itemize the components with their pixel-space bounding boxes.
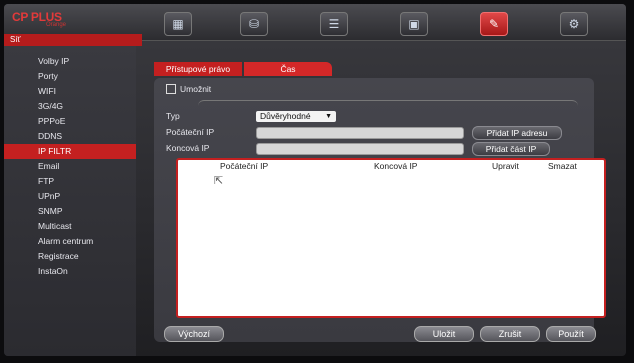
sidebar-item-porty[interactable]: Porty bbox=[4, 69, 136, 84]
apply-button[interactable]: Použít bbox=[546, 326, 596, 342]
col-start-ip: Počáteční IP bbox=[220, 161, 269, 171]
save-button[interactable]: Uložit bbox=[414, 326, 474, 342]
dvr-screen: CP PLUS Orange ▦ ⛁ ☰ ▣ ✎ ⚙ Síť Volby IP … bbox=[4, 4, 626, 356]
brand-sub: Orange bbox=[46, 22, 67, 28]
tab-access-rights[interactable]: Přístupové právo bbox=[154, 62, 242, 76]
sub-tab-strip bbox=[198, 100, 578, 107]
type-select[interactable]: Důvěryhodné ▼ bbox=[256, 111, 336, 122]
network-icon[interactable]: ⛁ bbox=[240, 12, 268, 36]
col-delete: Smazat bbox=[548, 161, 577, 171]
sidebar-item-3g4g[interactable]: 3G/4G bbox=[4, 99, 136, 114]
sidebar-item-ddns[interactable]: DDNS bbox=[4, 129, 136, 144]
sidebar-item-instaon[interactable]: InstaOn bbox=[4, 264, 136, 279]
settings-icon[interactable]: ⚙ bbox=[560, 12, 588, 36]
sidebar-title: Síť bbox=[4, 34, 142, 46]
enable-row: Umožnit bbox=[166, 84, 211, 94]
cancel-button[interactable]: Zrušit bbox=[480, 326, 540, 342]
sidebar-item-wifi[interactable]: WIFI bbox=[4, 84, 136, 99]
storage-icon[interactable]: ☰ bbox=[320, 12, 348, 36]
chevron-down-icon: ▼ bbox=[325, 113, 332, 120]
sidebar-item-email[interactable]: Email bbox=[4, 159, 136, 174]
start-ip-label: Počáteční IP bbox=[166, 127, 215, 137]
end-ip-input[interactable] bbox=[256, 143, 464, 155]
tab-time[interactable]: Čas bbox=[244, 62, 332, 76]
type-label: Typ bbox=[166, 111, 180, 121]
add-ip-button[interactable]: Přidat IP adresu bbox=[472, 126, 562, 140]
sidebar-item-upnp[interactable]: UPnP bbox=[4, 189, 136, 204]
settings-panel: Umožnit Typ Důvěryhodné ▼ Počáteční IP P… bbox=[154, 78, 606, 342]
table-header: Počáteční IP Koncová IP Upravit Smazat bbox=[178, 160, 604, 172]
sidebar-item-ip-filtr[interactable]: IP FILTR bbox=[4, 144, 136, 159]
sidebar: Síť Volby IP Porty WIFI 3G/4G PPPoE DDNS… bbox=[4, 34, 142, 356]
end-ip-label: Koncová IP bbox=[166, 143, 210, 153]
sidebar-item-snmp[interactable]: SNMP bbox=[4, 204, 136, 219]
default-button[interactable]: Výchozí bbox=[164, 326, 224, 342]
tools-icon[interactable]: ✎ bbox=[480, 12, 508, 36]
enable-label: Umožnit bbox=[180, 84, 212, 94]
record-icon[interactable]: ▣ bbox=[400, 12, 428, 36]
enable-checkbox[interactable] bbox=[166, 84, 176, 94]
sidebar-item-volby-ip[interactable]: Volby IP bbox=[4, 54, 136, 69]
sidebar-item-ftp[interactable]: FTP bbox=[4, 174, 136, 189]
add-part-ip-button[interactable]: Přidat část IP bbox=[472, 142, 550, 156]
camera-icon[interactable]: ▦ bbox=[164, 12, 192, 36]
sidebar-item-registrace[interactable]: Registrace bbox=[4, 249, 136, 264]
ip-table[interactable]: Počáteční IP Koncová IP Upravit Smazat ⇱ bbox=[176, 158, 606, 318]
sidebar-item-multicast[interactable]: Multicast bbox=[4, 219, 136, 234]
start-ip-input[interactable] bbox=[256, 127, 464, 139]
main-content: Přístupové právo Čas Umožnit Typ Důvěryh… bbox=[142, 54, 620, 352]
sidebar-menu: Volby IP Porty WIFI 3G/4G PPPoE DDNS IP … bbox=[4, 54, 136, 279]
col-end-ip: Koncová IP bbox=[374, 161, 418, 171]
type-select-value: Důvěryhodné bbox=[260, 111, 311, 121]
col-edit: Upravit bbox=[492, 161, 519, 171]
mouse-cursor-icon: ⇱ bbox=[214, 174, 224, 187]
sidebar-item-pppoe[interactable]: PPPoE bbox=[4, 114, 136, 129]
sidebar-item-alarm-centrum[interactable]: Alarm centrum bbox=[4, 234, 136, 249]
